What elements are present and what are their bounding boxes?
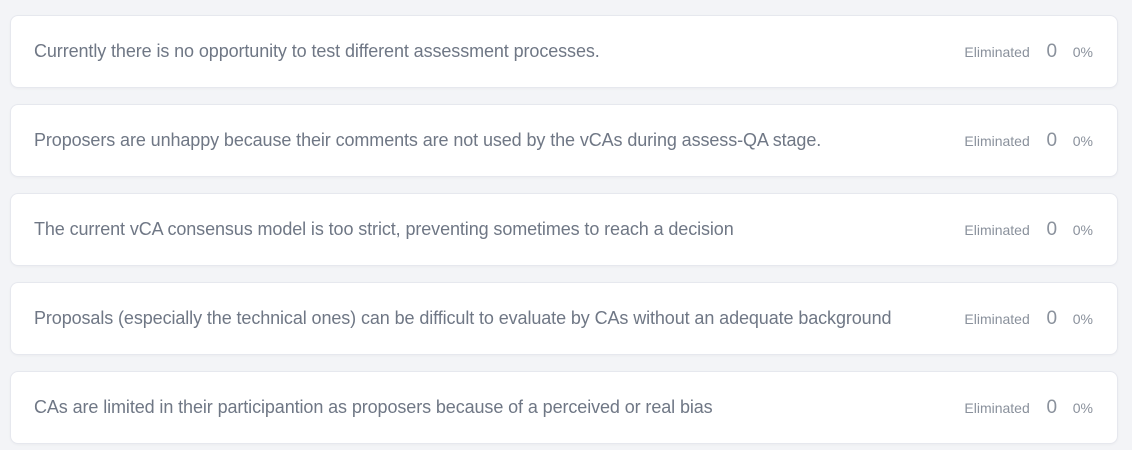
status-label: Eliminated	[964, 132, 1030, 149]
vote-count: 0	[1046, 307, 1058, 329]
vote-count: 0	[1046, 396, 1058, 418]
option-card[interactable]: CAs are limited in their participantion …	[10, 371, 1118, 444]
vote-count: 0	[1046, 40, 1058, 62]
option-text: CAs are limited in their participantion …	[34, 397, 713, 417]
option-stats: Eliminated 0 0%	[964, 308, 1093, 330]
option-text: Proposals (especially the technical ones…	[34, 308, 892, 328]
vote-percent: 0%	[1072, 43, 1093, 60]
vote-count: 0	[1046, 129, 1058, 151]
status-label: Eliminated	[964, 221, 1030, 238]
status-label: Eliminated	[964, 399, 1030, 416]
option-card[interactable]: Proposers are unhappy because their comm…	[10, 104, 1118, 177]
option-text: Proposers are unhappy because their comm…	[34, 130, 822, 150]
option-list: Currently there is no opportunity to tes…	[0, 0, 1132, 450]
option-stats: Eliminated 0 0%	[964, 130, 1093, 152]
vote-percent: 0%	[1072, 221, 1093, 238]
vote-percent: 0%	[1072, 132, 1093, 149]
vote-percent: 0%	[1072, 399, 1093, 416]
vote-count: 0	[1046, 218, 1058, 240]
vote-percent: 0%	[1072, 310, 1093, 327]
option-text: The current vCA consensus model is too s…	[34, 219, 734, 239]
option-card[interactable]: Proposals (especially the technical ones…	[10, 282, 1118, 355]
option-card[interactable]: The current vCA consensus model is too s…	[10, 193, 1118, 266]
option-text: Currently there is no opportunity to tes…	[34, 41, 600, 61]
status-label: Eliminated	[964, 43, 1030, 60]
option-card[interactable]: Currently there is no opportunity to tes…	[10, 15, 1118, 88]
option-stats: Eliminated 0 0%	[964, 219, 1093, 241]
option-stats: Eliminated 0 0%	[964, 397, 1093, 419]
status-label: Eliminated	[964, 310, 1030, 327]
option-stats: Eliminated 0 0%	[964, 41, 1093, 63]
